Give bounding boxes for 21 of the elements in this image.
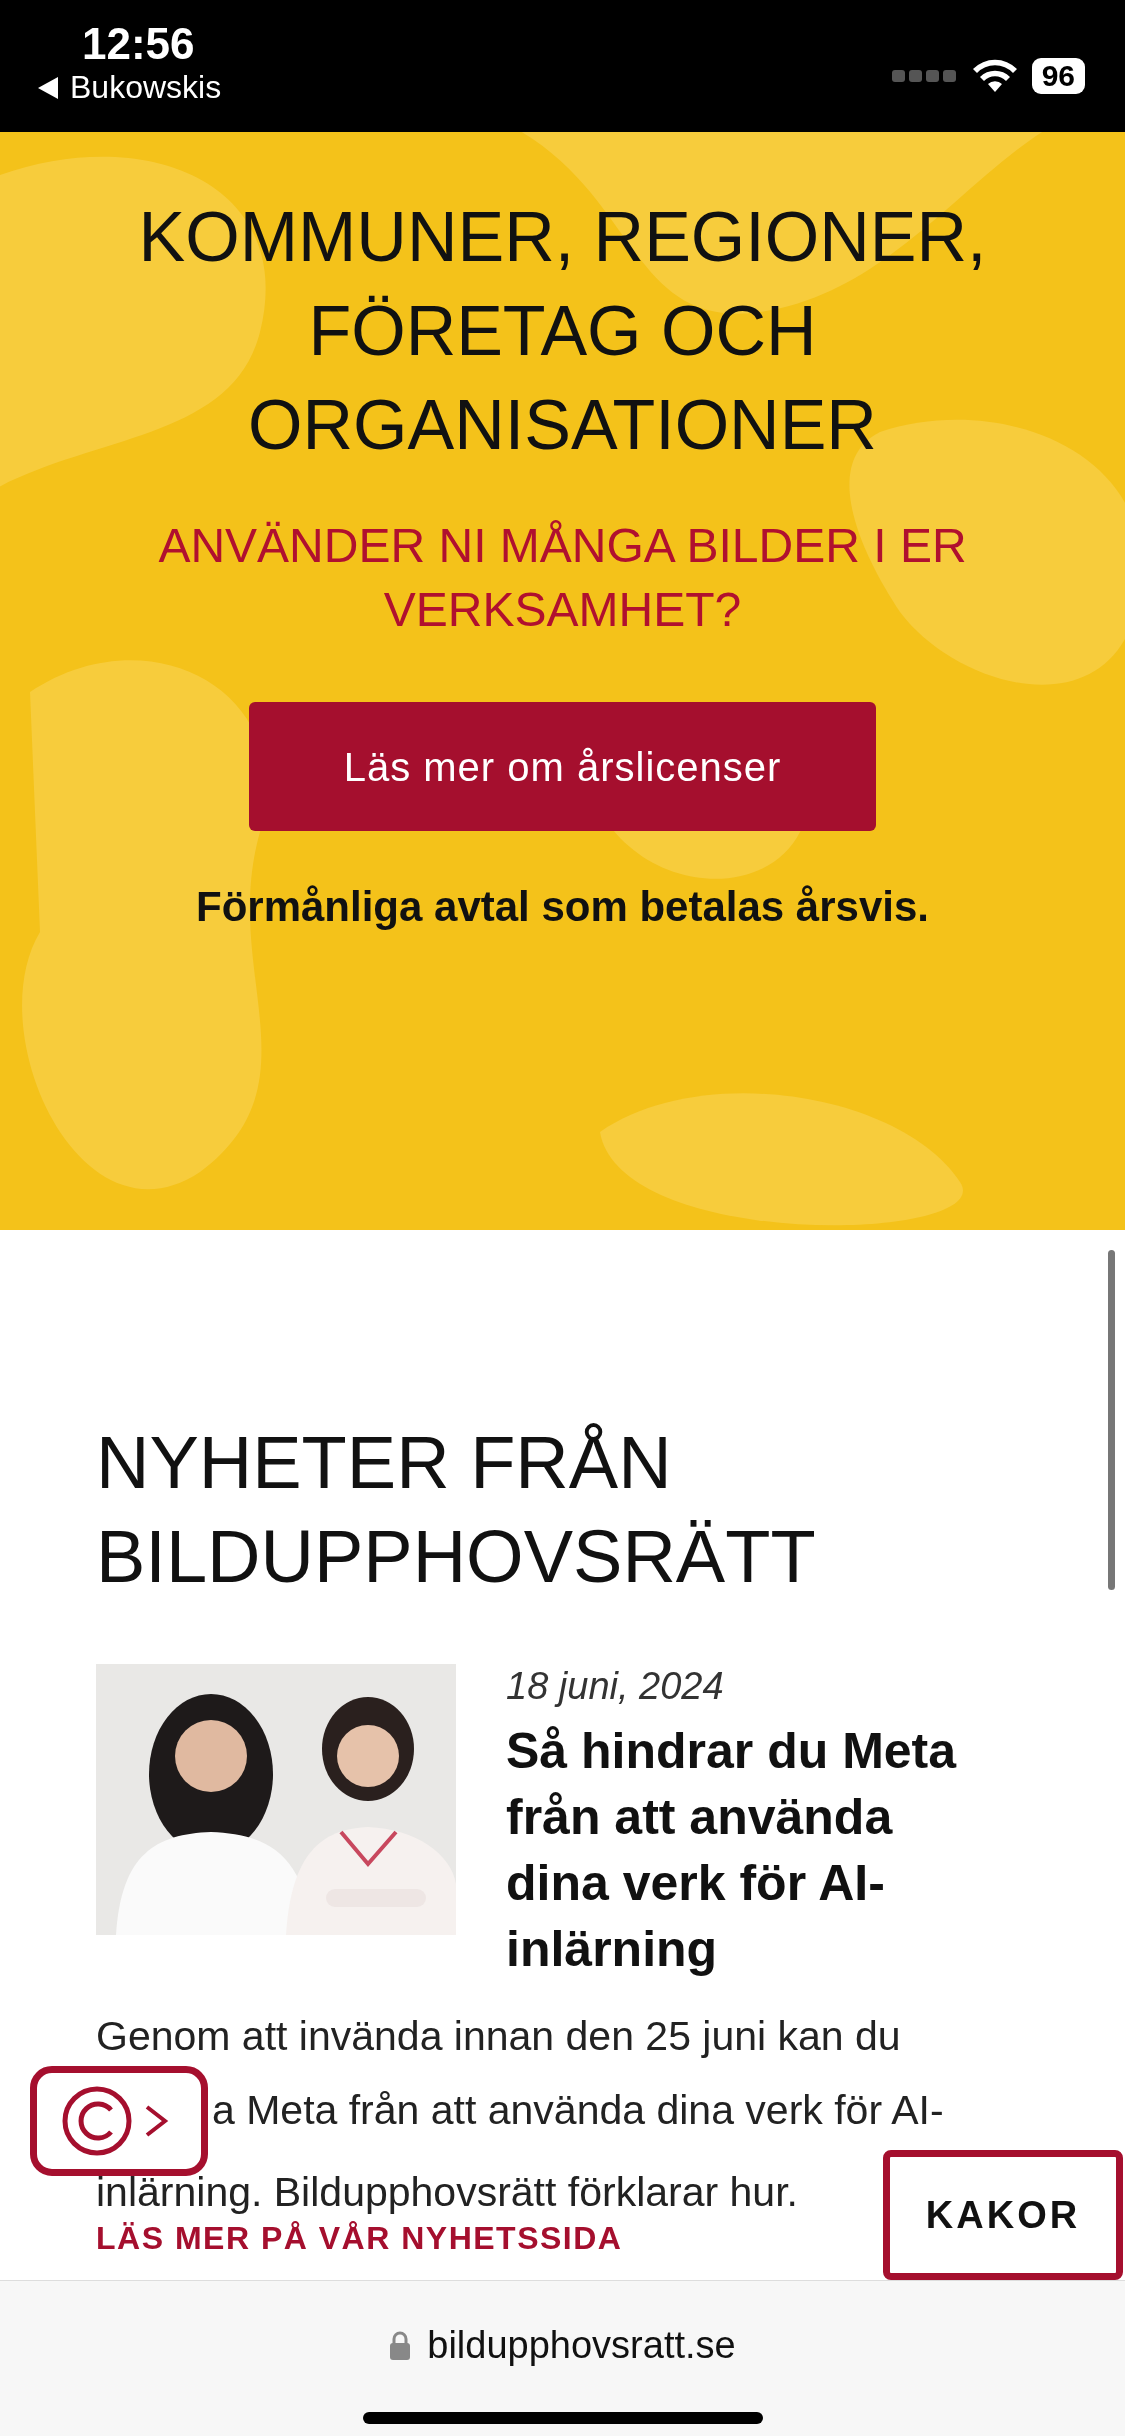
copyright-button[interactable] [30,2066,208,2176]
signal-icon [891,69,958,83]
news-heading: NYHETER FRÅN BILDUPPHOVSRÄTT [96,1420,817,1600]
summary-line: a Meta från att använda dina verk för AI- [211,2085,944,2135]
article-date: 18 juni, 2024 [506,1664,725,1709]
url-text[interactable]: bildupphovsratt.se [427,2317,736,2374]
license-button[interactable]: Läs mer om årslicenser [249,702,876,831]
back-arrow-icon[interactable] [36,74,60,101]
battery-level: 96 [1031,58,1085,94]
lock-icon [389,2330,412,2361]
summary-line: Genom att invända innan den 25 juni kan du [96,2011,901,2061]
read-more-link[interactable]: LÄS MER PÅ VÅR NYHETSSIDA [96,2221,623,2254]
hero-subtitle: ANVÄNDER NI MÅNGA BILDER I ER VERKSAMHET? [157,518,968,638]
hero-note: Förmånliga avtal som betalas årsvis. [196,882,929,932]
wifi-icon [971,58,1018,94]
summary-line: inlärning. Bildupphovsrätt förklarar hur. [96,2167,798,2217]
status-time: 12:56 [82,20,196,69]
cookie-button[interactable]: KAKOR [883,2150,1123,2280]
hero-title: KOMMUNER, REGIONER, FÖRETAG OCH ORGANISATIONER [137,197,988,466]
article-title[interactable]: Så hindrar du Meta från att använda dina verk för AI-inlärning [506,1717,986,1982]
back-app-link[interactable]: Bukowskis [70,68,222,107]
